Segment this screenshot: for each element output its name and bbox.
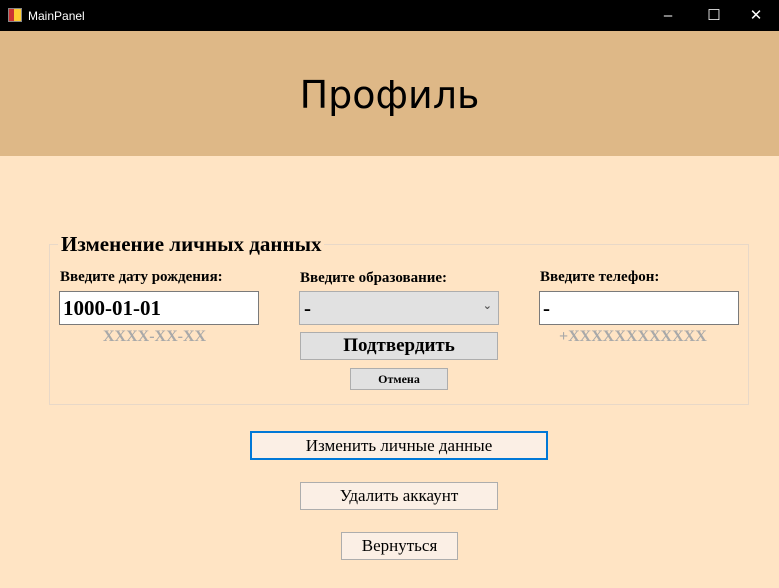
header-panel: Профиль <box>0 31 779 156</box>
close-button[interactable]: ✕ <box>733 4 779 28</box>
phone-input[interactable]: - <box>539 291 739 325</box>
chevron-down-icon: ⌄ <box>482 299 492 312</box>
education-value: - <box>304 296 311 320</box>
group-title: Изменение личных данных <box>58 232 325 257</box>
edit-personal-data-button[interactable]: Изменить личные данные <box>250 431 548 460</box>
delete-account-button[interactable]: Удалить аккаунт <box>300 482 498 510</box>
cancel-button[interactable]: Отмена <box>350 368 448 390</box>
education-select[interactable]: - ⌄ <box>299 291 499 325</box>
education-label: Введите образование: <box>300 270 448 286</box>
title-bar: MainPanel – ☐ ✕ <box>0 0 779 31</box>
phone-hint: +XXXXXXXXXXXX <box>559 328 707 345</box>
birth-date-input[interactable]: 1000-01-01 <box>59 291 259 325</box>
birth-hint: XXXX-XX-XX <box>103 328 207 345</box>
phone-label: Введите телефон: <box>540 269 660 285</box>
app-icon <box>8 8 22 22</box>
maximize-button[interactable]: ☐ <box>691 4 737 28</box>
birth-label: Введите дату рождения: <box>60 269 223 285</box>
confirm-button[interactable]: Подтвердить <box>300 332 498 360</box>
minimize-button[interactable]: – <box>645 4 691 28</box>
back-button[interactable]: Вернуться <box>341 532 458 560</box>
window-title: MainPanel <box>28 9 85 23</box>
page-title: Профиль <box>299 73 480 117</box>
